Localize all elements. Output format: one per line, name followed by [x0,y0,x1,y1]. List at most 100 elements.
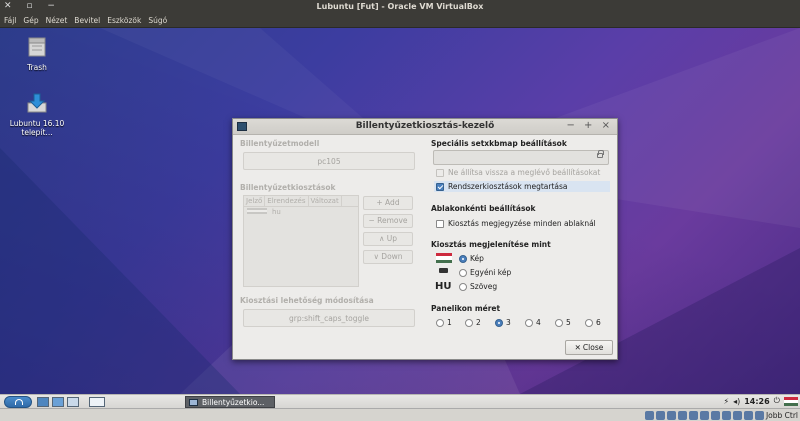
radio-size-1[interactable]: 1 [436,318,452,327]
radio-display-text[interactable]: Szöveg [459,282,497,291]
layouts-table-header: Jelző Elrendezés Változat [244,196,358,207]
lock-icon[interactable] [597,150,604,158]
panel-size-heading: Panelikon méret [431,304,501,313]
network-icon[interactable]: ⚡ [723,397,729,406]
radio-size-2-label: 2 [476,318,481,327]
guest-taskbar: Billentyűzetkio... ⚡ ◂) 14:26 ⏻ [0,394,800,408]
switch-option-button[interactable]: grp:shift_caps_toggle [243,309,415,327]
add-layout-button[interactable]: + Add [363,196,413,210]
radio-display-image-label: Kép [470,254,484,263]
workspace-icon[interactable] [89,397,105,407]
no-reset-label: Ne állítsa vissza a meglévő beállításoka… [448,168,601,177]
dialog-titlebar[interactable]: Billentyűzetkiosztás-kezelő − + × [233,119,617,135]
keyboard-model-heading: Billentyűzetmodell [240,139,320,148]
col-flag[interactable]: Jelző [244,196,266,206]
start-menu-button[interactable] [4,396,32,408]
radio-size-2-dot[interactable] [465,318,473,327]
radio-display-custom-image[interactable]: Egyéni kép [459,268,511,277]
host-statusbar: Jobb Ctrl [0,408,800,421]
radio-size-2[interactable]: 2 [465,318,481,327]
usb-icon[interactable] [689,411,698,420]
optical-drive-icon[interactable] [656,411,665,420]
col-variant[interactable]: Változat [309,196,342,206]
radio-size-6[interactable]: 6 [585,318,601,327]
move-down-button[interactable]: ∨ Down [363,250,413,264]
radio-size-5-label: 5 [566,318,571,327]
keep-system-label: Rendszerkiosztások megtartása [448,182,568,191]
radio-size-5[interactable]: 5 [555,318,571,327]
keyboard-icon [439,268,448,273]
remember-per-window-checkbox[interactable]: Kiosztás megjegyzése minden ablaknál [436,219,596,228]
shared-folder-icon[interactable] [700,411,709,420]
menu-file[interactable]: Fájl [0,14,19,25]
no-reset-checkbox-box[interactable] [436,168,444,177]
setxkbmap-input[interactable] [433,150,609,165]
remove-layout-button[interactable]: − Remove [363,214,413,228]
desktop-icon-installer[interactable]: Lubuntu 16.10 telepít... [2,92,72,137]
menu-devices[interactable]: Eszközök [103,14,144,25]
hard-disk-icon[interactable] [645,411,654,420]
table-row[interactable]: hu [244,207,358,219]
radio-display-custom-image-dot[interactable] [459,268,467,277]
volume-icon[interactable]: ◂) [733,397,740,406]
taskbar-window-label: Billentyűzetkio... [202,398,265,407]
radio-size-3-label: 3 [506,318,511,327]
radio-display-image[interactable]: Kép [459,254,484,263]
trash-icon [28,37,46,57]
radio-display-text-dot[interactable] [459,282,467,291]
radio-size-5-dot[interactable] [555,318,563,327]
col-layout[interactable]: Elrendezés [265,196,309,206]
desktop-icon-trash[interactable]: Trash [2,36,72,72]
radio-size-3-dot[interactable] [495,318,503,327]
network-adapter-icon[interactable] [678,411,687,420]
remember-per-window-box[interactable] [436,219,444,228]
host-window-title: Lubuntu [Fut] - Oracle VM VirtualBox [316,2,484,11]
radio-size-1-label: 1 [447,318,452,327]
radio-size-6-dot[interactable] [585,318,593,327]
mouse-integration-icon[interactable] [744,411,753,420]
keep-system-checkbox-box[interactable] [436,182,444,191]
taskbar-window-button[interactable]: Billentyűzetkio... [185,396,275,408]
keyboard-capture-icon[interactable] [755,411,764,420]
remember-per-window-label: Kiosztás megjegyzése minden ablaknál [448,219,596,228]
clock[interactable]: 14:26 [744,397,769,406]
display-icon[interactable] [711,411,720,420]
desktop-icon-installer-label: Lubuntu 16.10 telepít... [9,119,65,137]
dialog-window-controls[interactable]: − + × [567,120,614,131]
menu-input[interactable]: Bevitel [70,14,103,25]
file-manager-icon[interactable] [52,397,64,407]
menu-view[interactable]: Nézet [42,14,71,25]
radio-size-4-dot[interactable] [525,318,533,327]
radio-display-text-label: Szöveg [470,282,498,291]
layouts-table[interactable]: Jelző Elrendezés Változat hu [243,195,359,287]
menu-machine[interactable]: Gép [19,14,41,25]
task-keyboard-icon [189,399,198,406]
host-menubar: Fájl Gép Nézet Bevitel Eszközök Súgó [0,14,800,28]
recording-icon[interactable] [722,411,731,420]
radio-size-4[interactable]: 4 [525,318,541,327]
close-button[interactable]: ✕ Close [565,340,613,355]
move-up-button[interactable]: ∧ Up [363,232,413,246]
browser-icon[interactable] [67,397,79,407]
radio-size-1-dot[interactable] [436,318,444,327]
host-key-label: Jobb Ctrl [765,411,798,420]
no-reset-checkbox[interactable]: Ne állítsa vissza a meglévő beállításoka… [436,168,600,177]
power-icon[interactable]: ⏻ [774,396,780,406]
radio-size-3[interactable]: 3 [495,318,511,327]
row-flag-icon [247,208,267,216]
cpu-icon[interactable] [733,411,742,420]
radio-display-custom-image-label: Egyéni kép [470,268,512,277]
show-desktop-icon[interactable] [37,397,49,407]
menu-help[interactable]: Súgó [144,14,170,25]
radio-display-image-dot[interactable] [459,254,467,263]
audio-icon[interactable] [667,411,676,420]
close-button-label: Close [582,343,604,352]
layout-flag-icon[interactable] [784,396,798,406]
keyboard-model-button[interactable]: pc105 [243,152,415,170]
dialog-title: Billentyűzetkiosztás-kezelő [355,121,495,131]
close-icon: ✕ [574,343,581,352]
system-tray: ⚡ ◂) 14:26 ⏻ [723,396,798,406]
install-icon [27,93,47,113]
radio-size-4-label: 4 [536,318,541,327]
keep-system-checkbox[interactable]: Rendszerkiosztások megtartása [434,181,610,192]
